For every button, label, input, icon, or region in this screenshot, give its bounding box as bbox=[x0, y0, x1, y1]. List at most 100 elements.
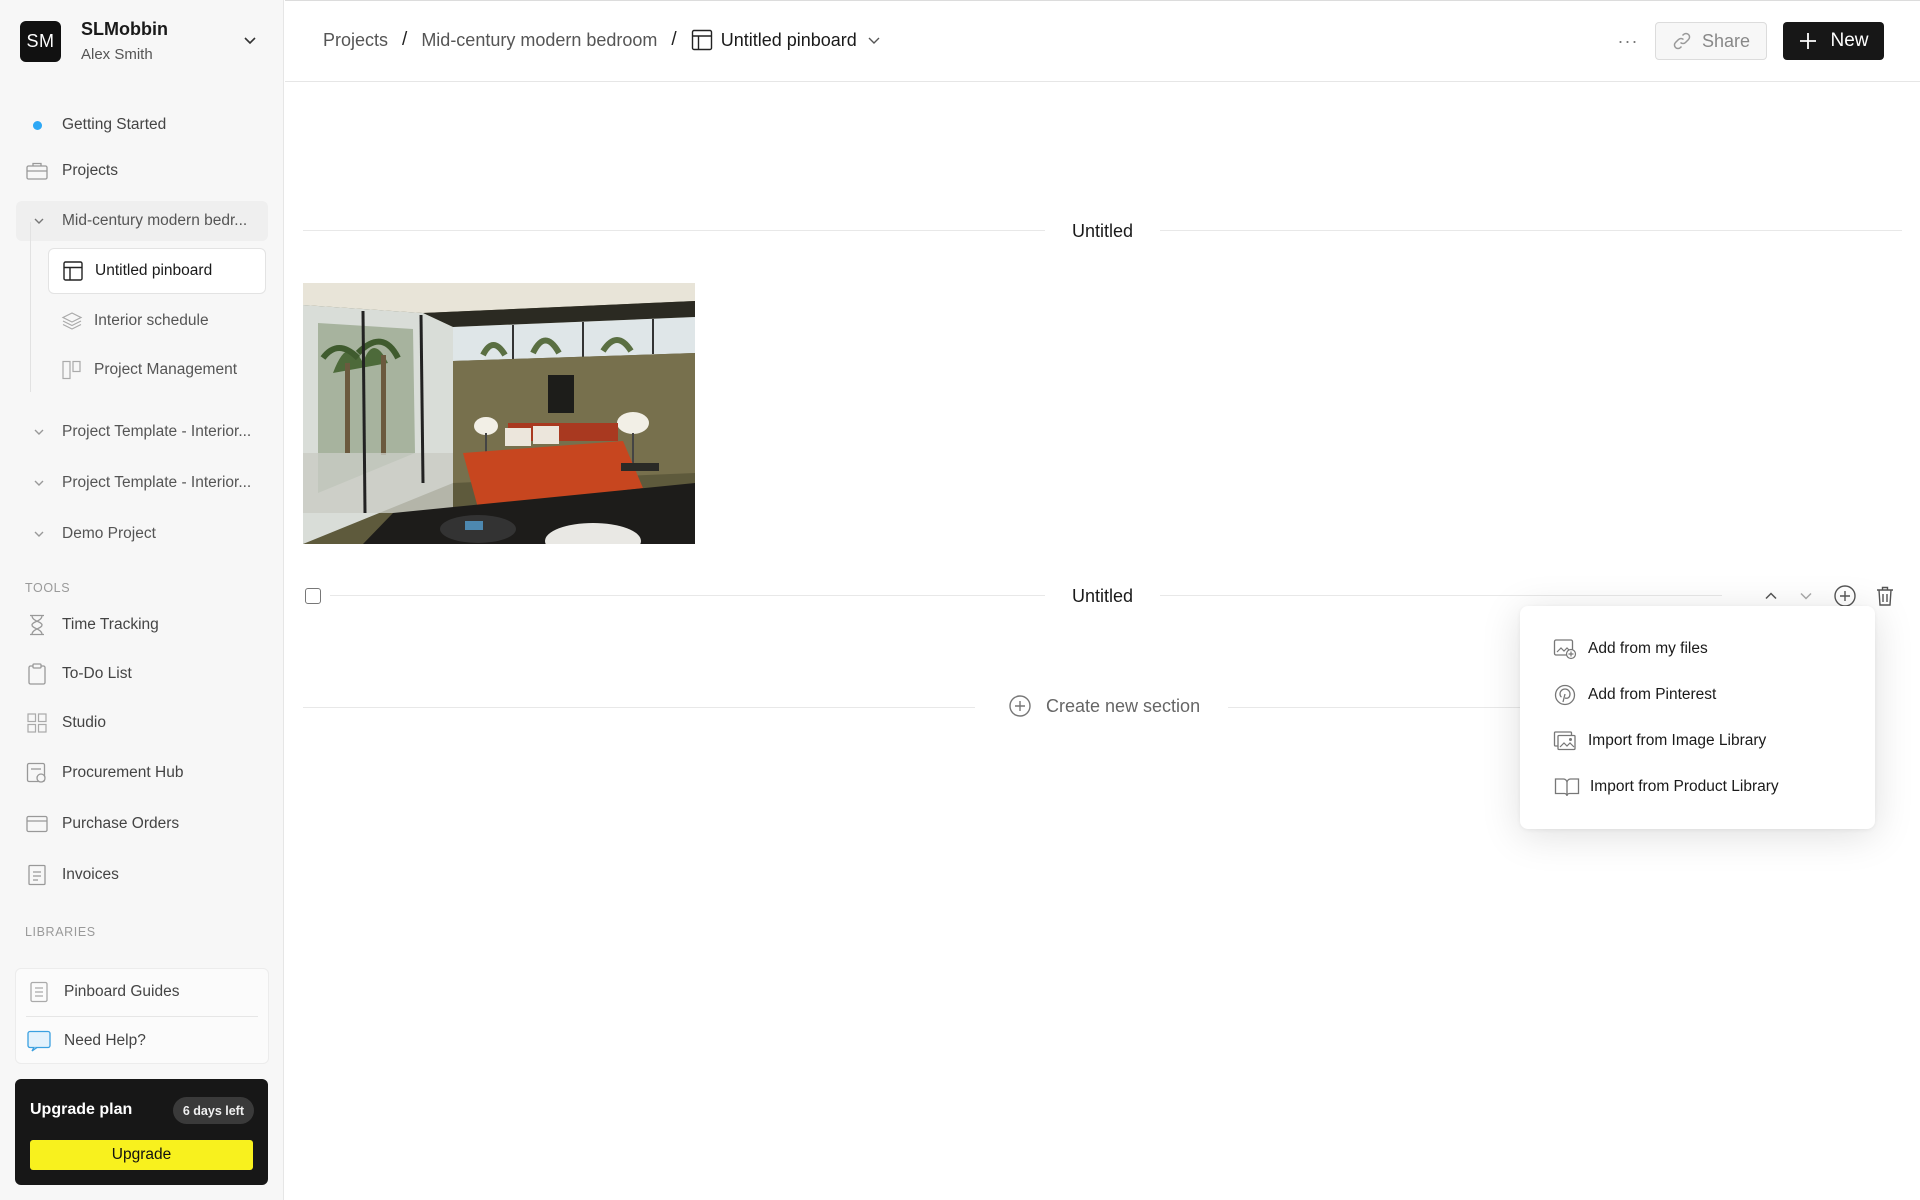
page-item-untitled-pinboard[interactable]: Untitled pinboard bbox=[48, 248, 266, 294]
top-bar: Projects / Mid-century modern bedroom / … bbox=[285, 0, 1920, 82]
sidebar-item-label: Invoices bbox=[62, 866, 119, 883]
sidebar-item-projects[interactable]: Projects bbox=[16, 152, 268, 190]
menu-item-label: Add from my files bbox=[1588, 640, 1708, 657]
delete-section-button[interactable] bbox=[1873, 584, 1897, 608]
app-window: SM SLMobbin Alex Smith Getting Started P… bbox=[0, 0, 1920, 1200]
card-icon bbox=[24, 811, 50, 837]
chevron-down-icon bbox=[34, 218, 44, 224]
sidebar-item-studio[interactable]: Studio bbox=[16, 704, 268, 742]
sidebar-item-pinboard-guides[interactable]: Pinboard Guides bbox=[16, 969, 270, 1015]
menu-item-import-image-library[interactable]: Import from Image Library bbox=[1520, 721, 1875, 761]
project-label: Mid-century modern bedr... bbox=[62, 212, 248, 229]
workspace-switcher[interactable]: SM SLMobbin Alex Smith bbox=[20, 19, 264, 63]
add-file-image-icon bbox=[1552, 636, 1578, 662]
section-title[interactable]: Untitled bbox=[1045, 221, 1160, 242]
chevron-up-icon bbox=[1765, 592, 1777, 600]
pinboard-icon bbox=[691, 29, 713, 51]
sidebar-item-label: Pinboard Guides bbox=[64, 983, 180, 1000]
section-divider bbox=[303, 707, 975, 708]
briefcase-icon bbox=[24, 158, 50, 184]
sidebar-item-todo-list[interactable]: To-Do List bbox=[16, 655, 268, 693]
add-to-section-button[interactable] bbox=[1833, 584, 1857, 608]
grid-icon bbox=[24, 710, 50, 736]
page-item-interior-schedule[interactable]: Interior schedule bbox=[48, 298, 266, 344]
breadcrumb-projects[interactable]: Projects bbox=[323, 30, 388, 51]
menu-item-add-from-files[interactable]: Add from my files bbox=[1520, 629, 1875, 669]
upgrade-title: Upgrade plan bbox=[30, 1101, 133, 1118]
menu-item-label: Add from Pinterest bbox=[1588, 686, 1717, 703]
chevron-down-icon bbox=[244, 37, 256, 45]
trash-icon bbox=[1877, 586, 1893, 606]
pinned-image-bedroom[interactable] bbox=[303, 283, 695, 544]
create-new-section-label: Create new section bbox=[1046, 695, 1201, 716]
project-item-template-1[interactable]: Project Template - Interior... bbox=[16, 412, 268, 452]
sidebar-item-time-tracking[interactable]: Time Tracking bbox=[16, 606, 268, 644]
sidebar-item-invoices[interactable]: Invoices bbox=[16, 856, 268, 894]
section-select-checkbox[interactable] bbox=[305, 588, 321, 604]
page-label: Interior schedule bbox=[94, 312, 209, 329]
menu-item-label: Import from Product Library bbox=[1590, 778, 1779, 795]
new-label: New bbox=[1830, 30, 1869, 51]
chevron-down-icon bbox=[34, 429, 44, 435]
breadcrumb-project[interactable]: Mid-century modern bedroom bbox=[421, 30, 657, 51]
chevron-down-icon bbox=[34, 480, 44, 486]
new-button[interactable]: New bbox=[1783, 22, 1884, 60]
sidebar-item-label: To-Do List bbox=[62, 665, 132, 682]
sidebar-item-procurement-hub[interactable]: Procurement Hub bbox=[16, 754, 268, 792]
breadcrumb-current-page[interactable]: Untitled pinboard bbox=[691, 29, 881, 51]
sidebar-item-label: Need Help? bbox=[64, 1032, 146, 1049]
sidebar-item-label: Procurement Hub bbox=[62, 764, 184, 781]
project-item-mid-century[interactable]: Mid-century modern bedr... bbox=[16, 201, 268, 241]
divider bbox=[26, 1016, 258, 1017]
sidebar-item-need-help[interactable]: Need Help? bbox=[16, 1018, 270, 1064]
create-new-section-button[interactable]: Create new section bbox=[1004, 694, 1205, 718]
project-label: Project Template - Interior... bbox=[62, 423, 252, 440]
page-label: Project Management bbox=[94, 361, 238, 378]
clipboard-icon bbox=[24, 661, 50, 687]
image-library-icon bbox=[1552, 728, 1578, 754]
move-section-up-button[interactable] bbox=[1759, 584, 1783, 608]
tree-line bbox=[30, 222, 31, 392]
workspace-name: SLMobbin bbox=[81, 19, 168, 39]
section-divider bbox=[1160, 230, 1902, 231]
page-title: Untitled pinboard bbox=[720, 29, 857, 50]
add-content-menu: Add from my files Add from Pinterest Imp… bbox=[1520, 606, 1875, 829]
sidebar-item-purchase-orders[interactable]: Purchase Orders bbox=[16, 805, 268, 843]
libraries-box: Pinboard Guides Need Help? bbox=[15, 968, 269, 1064]
project-item-template-2[interactable]: Project Template - Interior... bbox=[16, 463, 268, 503]
pinboard-icon bbox=[61, 259, 85, 283]
kanban-icon bbox=[60, 358, 84, 382]
menu-item-import-product-library[interactable]: Import from Product Library bbox=[1520, 767, 1875, 807]
menu-item-label: Import from Image Library bbox=[1588, 732, 1767, 749]
workspace-avatar: SM bbox=[20, 20, 61, 62]
section-divider bbox=[1160, 595, 1722, 596]
page-item-project-management[interactable]: Project Management bbox=[48, 347, 266, 393]
sidebar-item-label: Time Tracking bbox=[62, 616, 159, 633]
sidebar-item-label: Projects bbox=[62, 162, 118, 179]
breadcrumb-separator: / bbox=[402, 29, 408, 50]
sidebar-item-label: Getting Started bbox=[62, 116, 167, 133]
move-section-down-button[interactable] bbox=[1794, 584, 1818, 608]
sidebar-item-getting-started[interactable]: Getting Started bbox=[16, 106, 268, 144]
link-icon bbox=[1672, 31, 1692, 51]
page-label: Untitled pinboard bbox=[95, 262, 213, 279]
section-divider bbox=[330, 595, 1045, 596]
bedroom-photo bbox=[303, 283, 695, 544]
tools-heading: TOOLS bbox=[25, 581, 71, 595]
plus-circle-icon bbox=[1834, 585, 1856, 607]
section-title[interactable]: Untitled bbox=[1045, 586, 1160, 607]
procurement-icon bbox=[24, 760, 50, 786]
menu-item-add-from-pinterest[interactable]: Add from Pinterest bbox=[1520, 675, 1875, 715]
layers-icon bbox=[60, 309, 84, 333]
breadcrumb: Projects / Mid-century modern bedroom / … bbox=[323, 29, 881, 51]
receipt-icon bbox=[24, 862, 50, 888]
project-label: Demo Project bbox=[62, 525, 156, 542]
more-options-button[interactable]: ··· bbox=[1613, 29, 1643, 53]
chevron-down-icon bbox=[34, 531, 44, 537]
share-button[interactable]: Share bbox=[1655, 22, 1767, 60]
workspace-user: Alex Smith bbox=[81, 46, 153, 63]
upgrade-button[interactable]: Upgrade bbox=[30, 1140, 253, 1170]
project-item-demo[interactable]: Demo Project bbox=[16, 514, 268, 554]
sidebar: SM SLMobbin Alex Smith Getting Started P… bbox=[0, 0, 284, 1200]
hourglass-icon bbox=[24, 612, 50, 638]
